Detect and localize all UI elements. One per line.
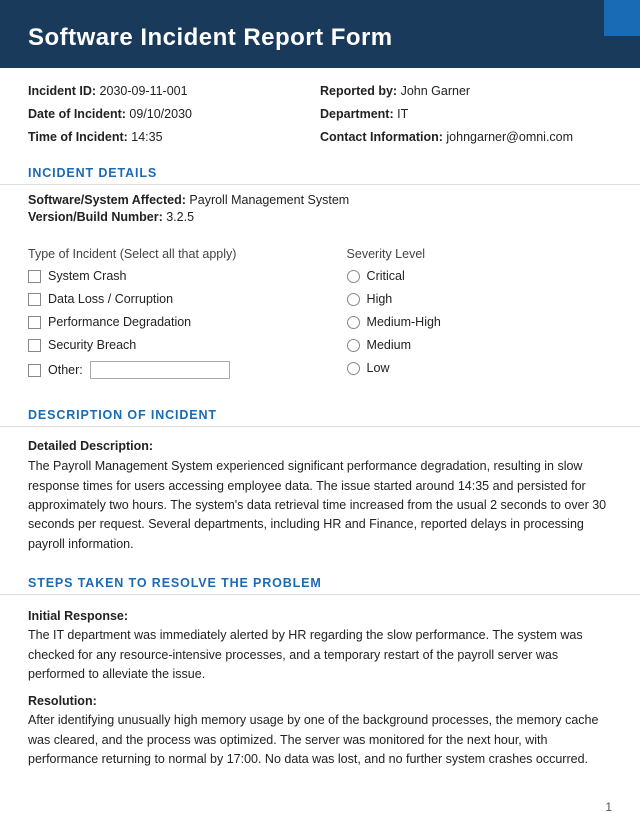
checkbox-box-performance[interactable] xyxy=(28,316,41,329)
checkbox-label-security: Security Breach xyxy=(48,338,136,352)
department-row: Department: IT xyxy=(320,105,612,124)
radio-low: Low xyxy=(347,361,612,375)
incident-id-row: Incident ID: 2030-09-11-001 xyxy=(28,82,320,101)
radio-high: High xyxy=(347,292,612,306)
date-row: Date of Incident: 09/10/2030 xyxy=(28,105,320,124)
reported-by-label: Reported by: xyxy=(320,84,397,98)
meta-section: Incident ID: 2030-09-11-001 Date of Inci… xyxy=(0,68,640,160)
checkbox-box-security[interactable] xyxy=(28,339,41,352)
description-section: Detailed Description: The Payroll Manage… xyxy=(0,439,640,554)
checkbox-system-crash: System Crash xyxy=(28,269,347,283)
software-value: Payroll Management System xyxy=(189,193,349,207)
radio-label-medium-high: Medium-High xyxy=(367,315,441,329)
department-label: Department: xyxy=(320,107,394,121)
software-label: Software/System Affected: xyxy=(28,193,186,207)
version-label: Version/Build Number: xyxy=(28,210,163,224)
radio-medium-high: Medium-High xyxy=(347,315,612,329)
radio-circle-critical[interactable] xyxy=(347,270,360,283)
description-sub-label: Detailed Description: xyxy=(28,439,612,453)
header: Software Incident Report Form xyxy=(0,6,640,68)
radio-critical: Critical xyxy=(347,269,612,283)
radio-label-critical: Critical xyxy=(367,269,405,283)
checkbox-security: Security Breach xyxy=(28,338,347,352)
reported-by-row: Reported by: John Garner xyxy=(320,82,612,101)
software-row: Software/System Affected: Payroll Manage… xyxy=(28,193,612,207)
initial-response-label: Initial Response: xyxy=(28,609,612,623)
time-label: Time of Incident: xyxy=(28,130,128,144)
incident-id-label: Incident ID: xyxy=(28,84,96,98)
version-value: 3.2.5 xyxy=(166,210,194,224)
severity-col-header: Severity Level xyxy=(347,247,612,261)
other-input[interactable] xyxy=(90,361,230,379)
incident-details: Software/System Affected: Payroll Manage… xyxy=(0,193,640,237)
type-severity-grid: Type of Incident (Select all that apply)… xyxy=(0,237,640,388)
resolution-text: After identifying unusually high memory … xyxy=(28,711,612,769)
radio-label-medium: Medium xyxy=(367,338,411,352)
radio-circle-medium-high[interactable] xyxy=(347,316,360,329)
type-col-header: Type of Incident (Select all that apply) xyxy=(28,247,347,261)
description-text: The Payroll Management System experience… xyxy=(28,457,612,554)
version-row: Version/Build Number: 3.2.5 xyxy=(28,210,612,224)
checkbox-other-label: Other: xyxy=(48,363,83,377)
checkbox-performance: Performance Degradation xyxy=(28,315,347,329)
radio-circle-low[interactable] xyxy=(347,362,360,375)
meta-left: Incident ID: 2030-09-11-001 Date of Inci… xyxy=(28,82,320,150)
description-section-title: DESCRIPTION OF INCIDENT xyxy=(0,402,640,427)
radio-label-low: Low xyxy=(367,361,390,375)
page-number: 1 xyxy=(605,800,612,814)
checkbox-label-data-loss: Data Loss / Corruption xyxy=(48,292,173,306)
meta-right: Reported by: John Garner Department: IT … xyxy=(320,82,612,150)
contact-value: johngarner@omni.com xyxy=(446,130,573,144)
checkbox-label-performance: Performance Degradation xyxy=(48,315,191,329)
radio-medium: Medium xyxy=(347,338,612,352)
contact-row: Contact Information: johngarner@omni.com xyxy=(320,128,612,147)
resolution-label: Resolution: xyxy=(28,694,612,708)
radio-circle-medium[interactable] xyxy=(347,339,360,352)
corner-decoration xyxy=(604,0,640,36)
time-row: Time of Incident: 14:35 xyxy=(28,128,320,147)
date-label: Date of Incident: xyxy=(28,107,126,121)
incident-details-title: INCIDENT DETAILS xyxy=(0,160,640,185)
severity-col: Severity Level Critical High Medium-High… xyxy=(347,247,612,388)
type-col: Type of Incident (Select all that apply)… xyxy=(28,247,347,388)
checkbox-box-other[interactable] xyxy=(28,364,41,377)
reported-by-value: John Garner xyxy=(401,84,470,98)
initial-response-text: The IT department was immediately alerte… xyxy=(28,626,612,684)
checkbox-box-data-loss[interactable] xyxy=(28,293,41,306)
contact-label: Contact Information: xyxy=(320,130,443,144)
steps-section-title: STEPS TAKEN TO RESOLVE THE PROBLEM xyxy=(0,570,640,595)
checkbox-box-system-crash[interactable] xyxy=(28,270,41,283)
page-title: Software Incident Report Form xyxy=(28,24,612,52)
steps-section: Initial Response: The IT department was … xyxy=(0,609,640,769)
date-value: 09/10/2030 xyxy=(129,107,192,121)
department-value: IT xyxy=(397,107,408,121)
checkbox-label-system-crash: System Crash xyxy=(48,269,127,283)
checkbox-data-loss: Data Loss / Corruption xyxy=(28,292,347,306)
incident-id-value: 2030-09-11-001 xyxy=(100,84,188,98)
radio-label-high: High xyxy=(367,292,393,306)
radio-circle-high[interactable] xyxy=(347,293,360,306)
checkbox-other-row: Other: xyxy=(28,361,347,379)
time-value: 14:35 xyxy=(131,130,162,144)
